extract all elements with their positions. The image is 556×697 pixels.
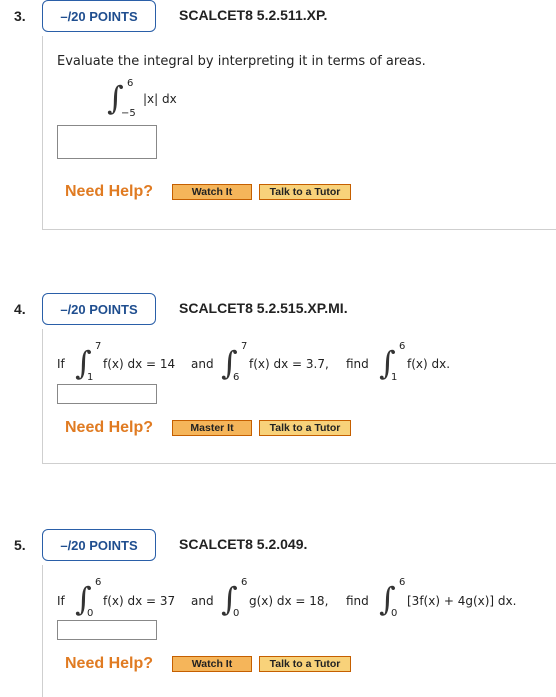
lower-limit: 1 bbox=[87, 372, 94, 383]
talk-to-tutor-button[interactable]: Talk to a Tutor bbox=[259, 656, 351, 672]
integrand: g(x) dx = 18, bbox=[249, 594, 329, 608]
watch-it-button[interactable]: Watch It bbox=[172, 656, 252, 672]
answer-input[interactable] bbox=[57, 125, 157, 159]
find-label: find bbox=[346, 594, 369, 608]
need-help-label: Need Help? bbox=[65, 183, 154, 200]
integrand: f(x) dx. bbox=[407, 357, 451, 371]
lower-limit: 6 bbox=[233, 372, 240, 383]
and-label: and bbox=[191, 357, 214, 371]
integrand: |x| dx bbox=[143, 92, 177, 106]
talk-to-tutor-button[interactable]: Talk to a Tutor bbox=[259, 184, 351, 200]
lower-limit: −5 bbox=[121, 108, 136, 119]
lower-limit: 0 bbox=[233, 608, 240, 619]
question-header: –/20 POINTS SCALCET8 5.2.049. bbox=[42, 529, 556, 565]
question-prompt: Evaluate the integral by interpreting it… bbox=[57, 54, 426, 69]
find-label: find bbox=[346, 357, 369, 371]
watch-it-button[interactable]: Watch It bbox=[172, 184, 252, 200]
if-label: If bbox=[57, 594, 65, 608]
integrand: f(x) dx = 14 bbox=[103, 357, 176, 371]
if-label: If bbox=[57, 357, 65, 371]
upper-limit: 6 bbox=[241, 577, 248, 588]
and-label: and bbox=[191, 594, 214, 608]
integrand: [3f(x) + 4g(x)] dx. bbox=[407, 594, 517, 608]
points-button[interactable]: –/20 POINTS bbox=[42, 293, 156, 325]
need-help-label: Need Help? bbox=[65, 419, 154, 436]
points-button[interactable]: –/20 POINTS bbox=[42, 529, 156, 561]
lower-limit: 0 bbox=[391, 608, 398, 619]
master-it-button[interactable]: Master It bbox=[172, 420, 252, 436]
question-header: –/20 POINTS SCALCET8 5.2.515.XP.MI. bbox=[42, 293, 556, 329]
answer-input[interactable] bbox=[57, 620, 157, 640]
points-button[interactable]: –/20 POINTS bbox=[42, 0, 156, 32]
question-number: 4. bbox=[14, 301, 26, 317]
question-code: SCALCET8 5.2.049. bbox=[179, 536, 308, 552]
lower-limit: 0 bbox=[87, 608, 94, 619]
question-body: If ∫ 6 0 f(x) dx = 37 and ∫ 6 0 g(x) dx … bbox=[42, 565, 556, 697]
integrand: f(x) dx = 3.7, bbox=[249, 357, 329, 371]
upper-limit: 6 bbox=[127, 78, 134, 89]
question-code: SCALCET8 5.2.515.XP.MI. bbox=[179, 300, 348, 316]
lower-limit: 1 bbox=[391, 372, 398, 383]
question-number: 5. bbox=[14, 537, 26, 553]
question-header: –/20 POINTS SCALCET8 5.2.511.XP. bbox=[42, 0, 556, 36]
need-help-label: Need Help? bbox=[65, 655, 154, 672]
question-number: 3. bbox=[14, 8, 26, 24]
question-code: SCALCET8 5.2.511.XP. bbox=[179, 7, 328, 23]
talk-to-tutor-button[interactable]: Talk to a Tutor bbox=[259, 420, 351, 436]
upper-limit: 6 bbox=[399, 577, 406, 588]
integrand: f(x) dx = 37 bbox=[103, 594, 176, 608]
answer-input[interactable] bbox=[57, 384, 157, 404]
question-body: Evaluate the integral by interpreting it… bbox=[42, 36, 556, 230]
upper-limit: 6 bbox=[95, 577, 102, 588]
upper-limit: 7 bbox=[95, 341, 102, 352]
upper-limit: 6 bbox=[399, 341, 406, 352]
upper-limit: 7 bbox=[241, 341, 248, 352]
question-body: If ∫ 7 1 f(x) dx = 14 and ∫ 7 6 f(x) dx … bbox=[42, 329, 556, 464]
